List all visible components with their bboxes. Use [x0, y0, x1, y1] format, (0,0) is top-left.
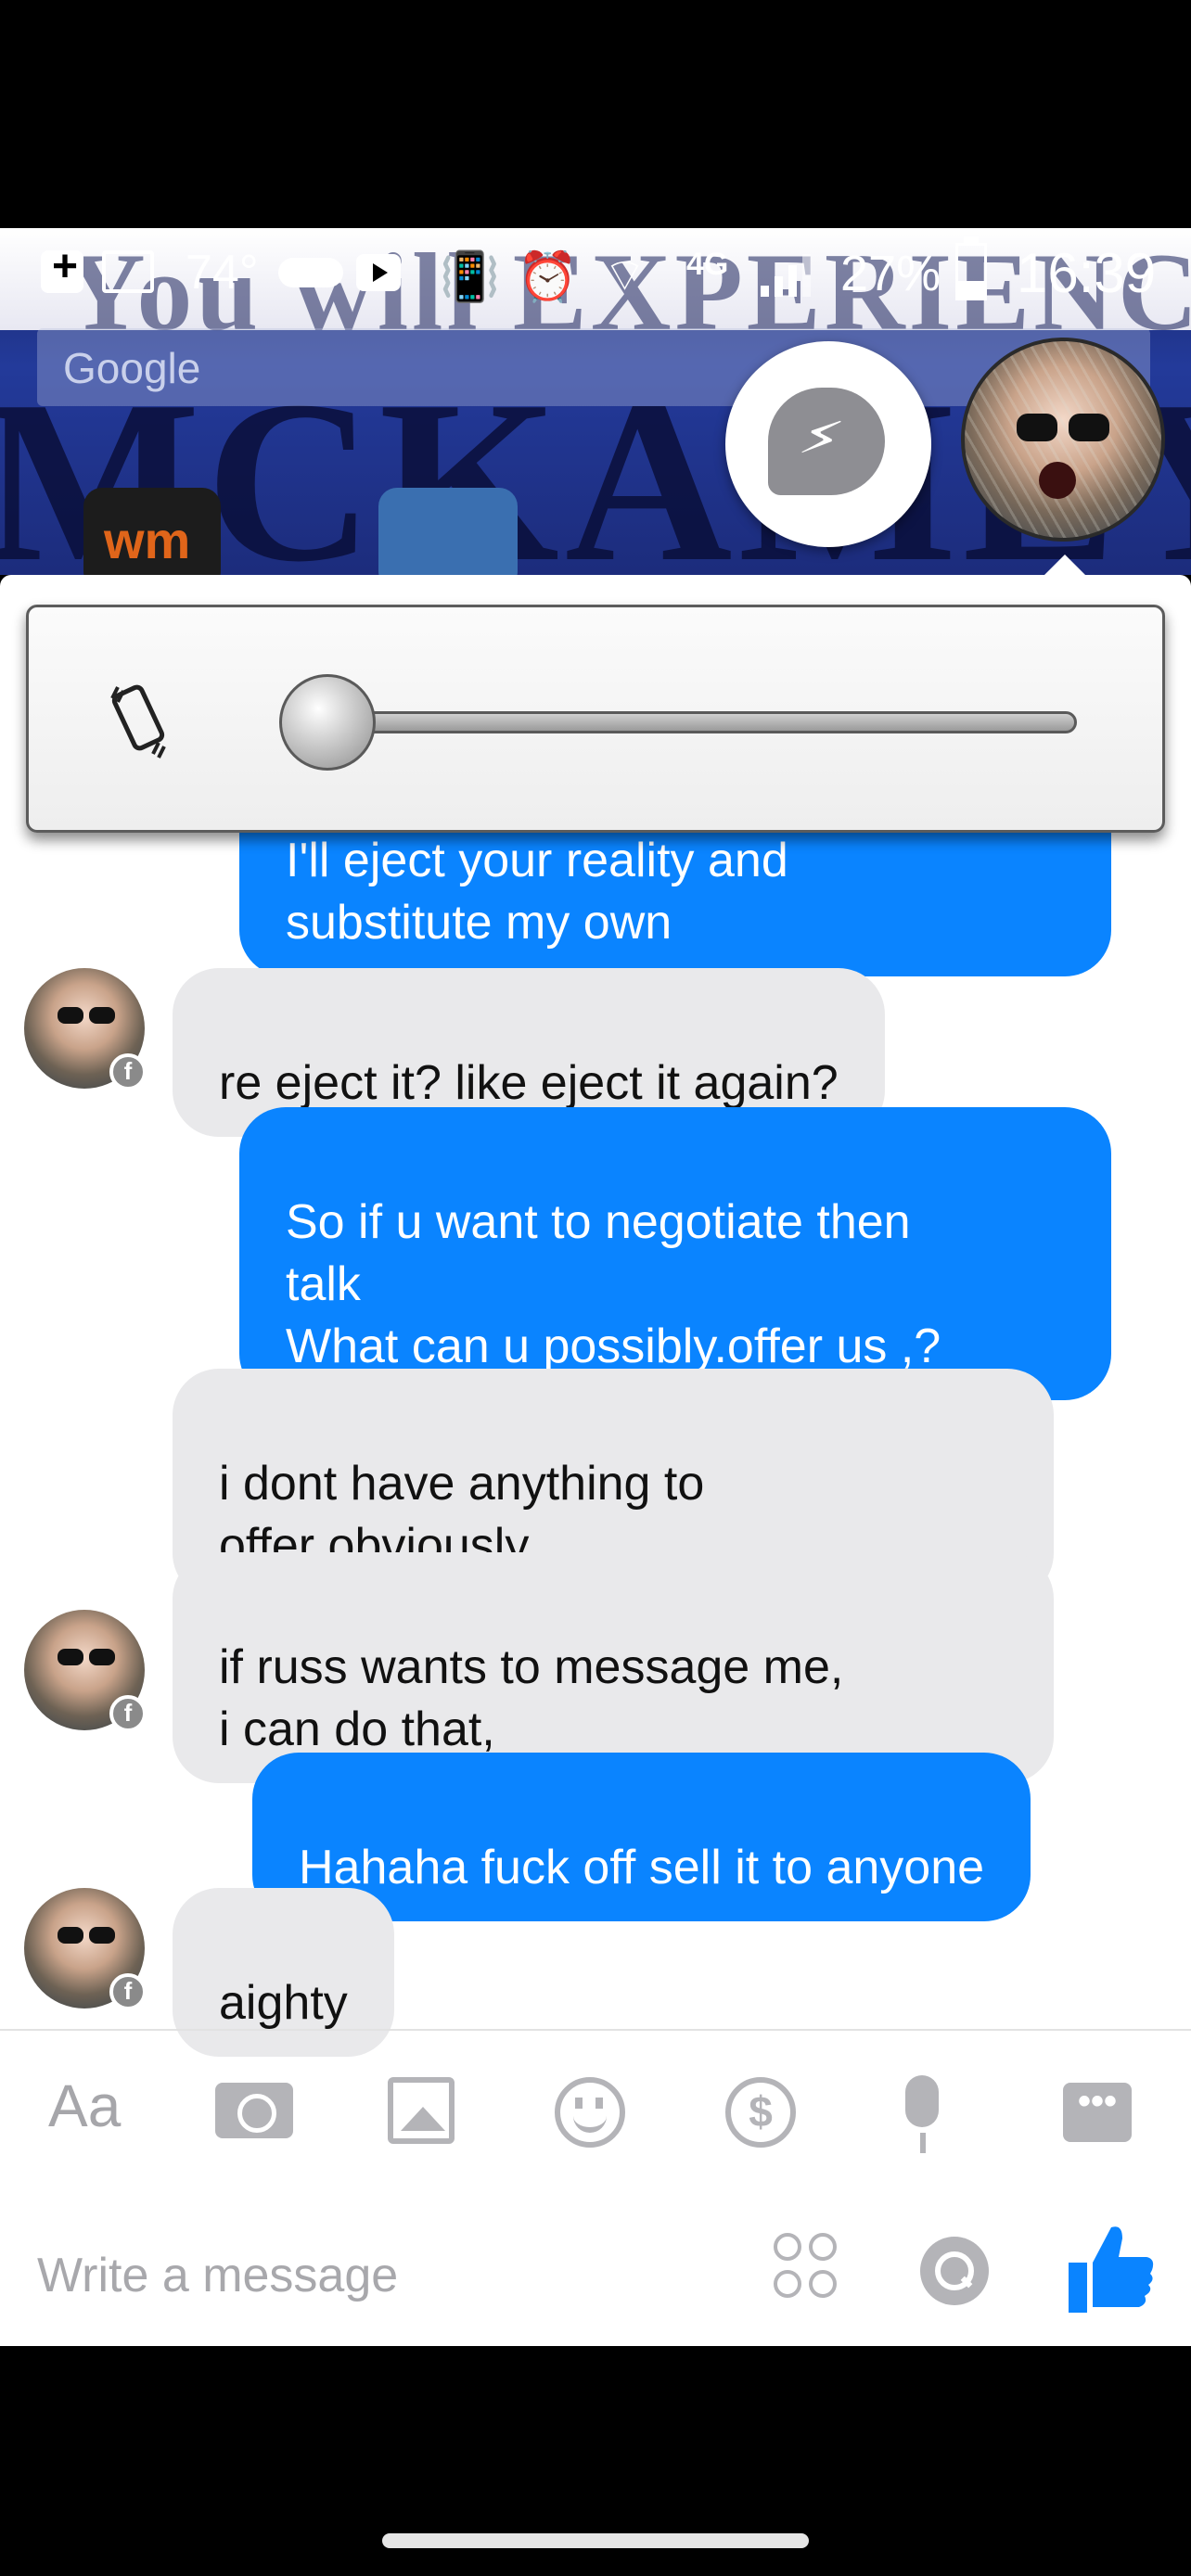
- message-text: re eject it? like eject it again?: [219, 1056, 839, 1110]
- message-text: Hahaha fuck off sell it to anyone: [299, 1841, 985, 1894]
- chat-head-pointer: [1044, 555, 1085, 575]
- plus-notification-icon: [41, 241, 83, 293]
- wifi-icon: ⌔: [603, 249, 647, 301]
- thumbs-up-icon[interactable]: [1067, 2222, 1156, 2315]
- camera-icon[interactable]: [215, 2083, 293, 2138]
- weather-app-icon[interactable]: [378, 488, 518, 575]
- clock: 16:39: [1017, 242, 1157, 304]
- microphone-icon[interactable]: [905, 2075, 939, 2153]
- youtube-icon: [356, 254, 401, 291]
- message-outgoing[interactable]: So if u want to negotiate then talk What…: [239, 1107, 1111, 1400]
- stickers-icon[interactable]: [774, 2229, 840, 2307]
- volume-slider-track[interactable]: [316, 711, 1077, 733]
- battery-icon: [955, 236, 987, 300]
- walmart-app-label: wm: [104, 511, 191, 569]
- vibrate-status-icon: 📳: [440, 250, 500, 304]
- message-text: if russ wants to message me, i can do th…: [219, 1640, 844, 1756]
- message-incoming[interactable]: aighty: [173, 1888, 394, 2057]
- cloud-icon: [278, 258, 343, 287]
- temperature-label: 74°: [186, 246, 259, 300]
- composer: [0, 2207, 1191, 2346]
- walmart-app-icon[interactable]: wm: [83, 488, 221, 575]
- signal-strength-icon: [761, 250, 811, 297]
- search-icon[interactable]: [920, 2237, 989, 2305]
- network-type-label: 4G: [686, 247, 729, 282]
- home-indicator[interactable]: [382, 2533, 809, 2548]
- avatar[interactable]: f: [24, 968, 147, 1090]
- google-search-label: Google: [63, 344, 201, 392]
- facebook-badge-icon: f: [109, 1695, 147, 1732]
- message-text: I'll eject your reality and substitute m…: [286, 834, 788, 950]
- contact-chat-head[interactable]: [961, 338, 1165, 542]
- emoji-icon[interactable]: [555, 2077, 625, 2148]
- status-bar: 74° 📳 ⏰ ⌔ 4G 27% 16:39: [0, 228, 1191, 313]
- payment-icon[interactable]: $: [725, 2077, 796, 2148]
- gallery-icon[interactable]: [388, 2077, 455, 2144]
- message-incoming[interactable]: if russ wants to message me, i can do th…: [173, 1552, 1054, 1783]
- divider: [0, 2029, 1191, 2031]
- message-input[interactable]: [37, 2237, 686, 2315]
- volume-panel: [26, 605, 1165, 833]
- battery-percent: 27%: [840, 246, 941, 301]
- message-text: aighty: [219, 1976, 348, 2030]
- facebook-badge-icon: f: [109, 1973, 147, 2010]
- facebook-badge-icon: f: [109, 1053, 147, 1090]
- text-format-button[interactable]: Aa: [48, 2072, 121, 2140]
- alarm-icon: ⏰: [518, 250, 578, 304]
- avatar[interactable]: f: [24, 1610, 147, 1732]
- messenger-chat-head[interactable]: [725, 341, 931, 547]
- volume-slider-handle[interactable]: [279, 674, 376, 771]
- message-text: So if u want to negotiate then talk What…: [286, 1195, 941, 1373]
- composer-toolbar: Aa $ •••: [0, 2059, 1191, 2170]
- top-black-bar: [0, 0, 1191, 228]
- messenger-icon: [768, 388, 885, 495]
- vibrate-icon[interactable]: [110, 680, 166, 763]
- more-options-button[interactable]: •••: [1063, 2083, 1132, 2142]
- avatar[interactable]: f: [24, 1888, 147, 2010]
- image-notification-icon: [102, 250, 154, 293]
